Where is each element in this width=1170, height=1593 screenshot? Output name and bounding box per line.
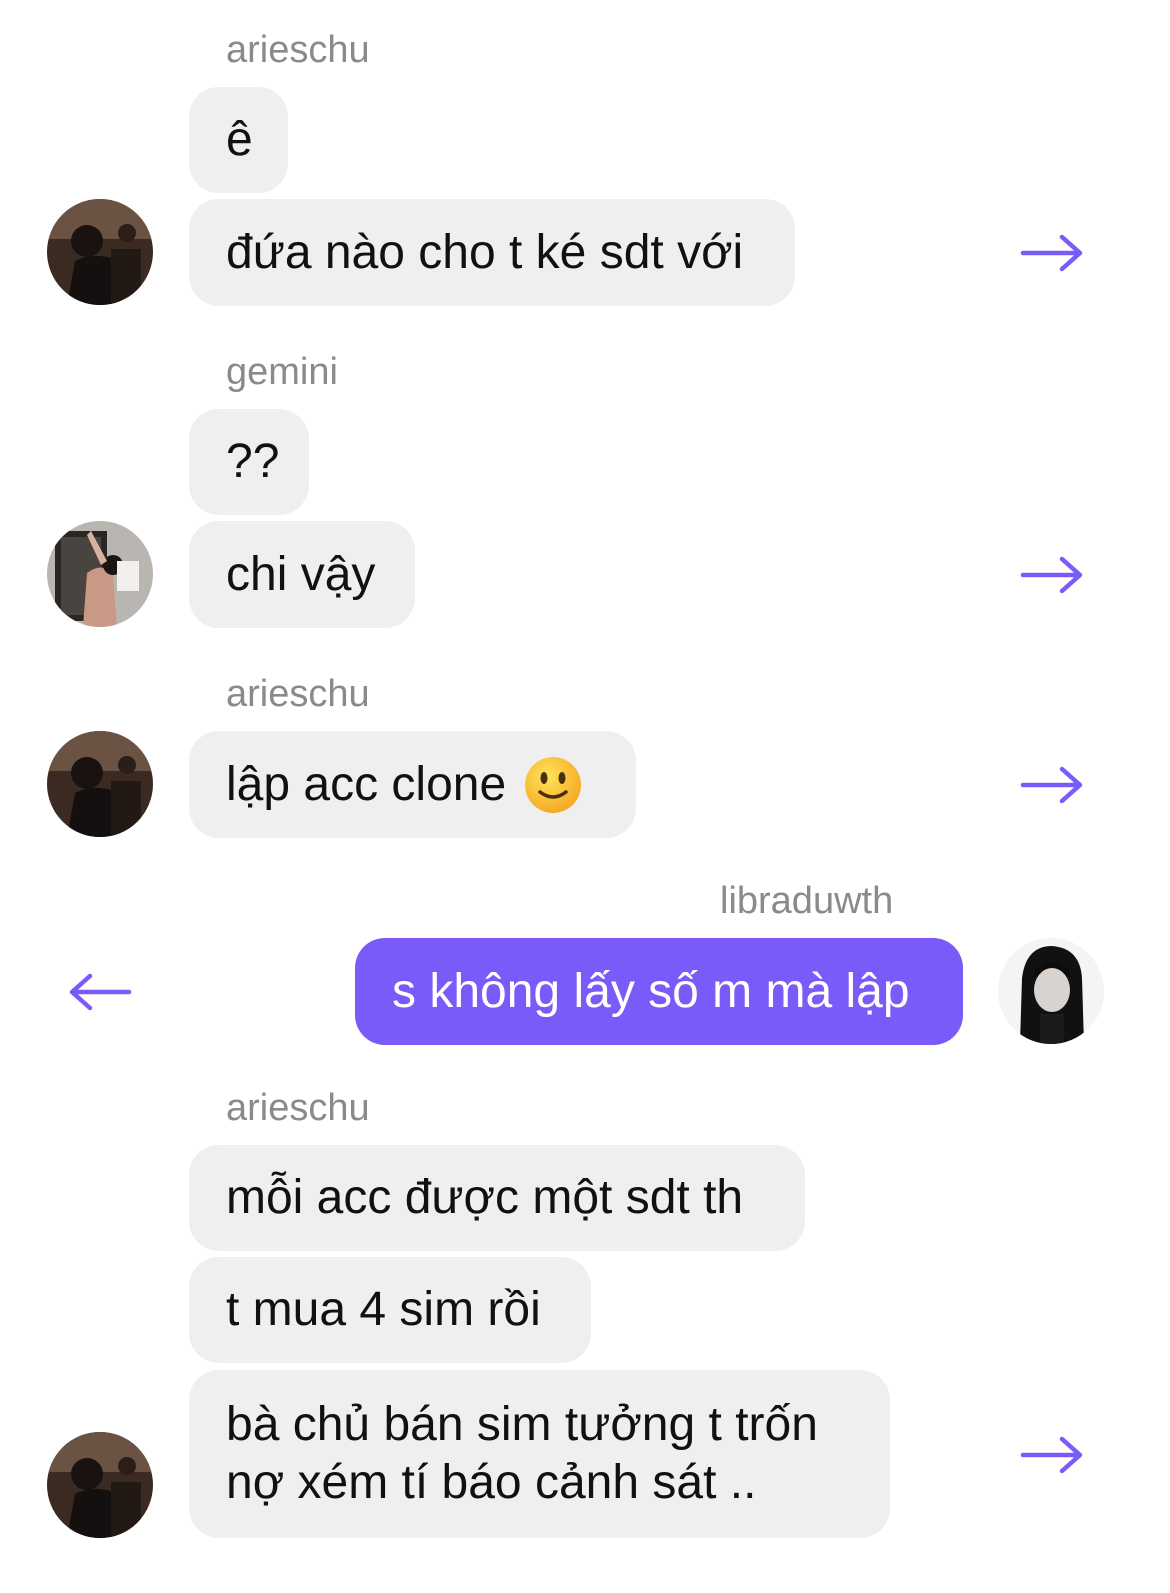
message-bubble[interactable]: mỗi acc được một sdt th: [189, 1145, 805, 1251]
arrow-right-icon[interactable]: [1020, 233, 1084, 273]
message-bubble[interactable]: đứa nào cho t ké sdt với: [189, 199, 795, 306]
sender-name: arieschu: [226, 1087, 370, 1129]
message-bubble[interactable]: ê: [189, 87, 288, 193]
arrow-right-icon[interactable]: [1020, 1435, 1084, 1475]
message-bubble[interactable]: t mua 4 sim rồi: [189, 1257, 591, 1363]
sender-name: arieschu: [226, 673, 370, 715]
avatar[interactable]: [47, 1432, 153, 1538]
message-bubble[interactable]: ??: [189, 409, 309, 515]
slightly-smiling-face-icon: [524, 756, 582, 814]
message-bubble[interactable]: lập acc clone: [189, 731, 636, 838]
avatar[interactable]: [47, 199, 153, 305]
sender-name: arieschu: [226, 29, 370, 71]
avatar[interactable]: [47, 521, 153, 627]
message-bubble[interactable]: chi vậy: [189, 521, 415, 628]
arrow-right-icon[interactable]: [1020, 555, 1084, 595]
sender-name: gemini: [226, 351, 338, 393]
message-bubble[interactable]: bà chủ bán sim tưởng t trốn nợ xém tí bá…: [189, 1370, 890, 1538]
arrow-left-icon[interactable]: [68, 972, 132, 1012]
avatar[interactable]: [998, 938, 1104, 1044]
arrow-right-icon[interactable]: [1020, 765, 1084, 805]
message-text: lập acc clone: [226, 757, 507, 811]
message-bubble-outgoing[interactable]: s không lấy số m mà lập: [355, 938, 963, 1045]
sender-name: libraduwth: [720, 880, 894, 922]
avatar[interactable]: [47, 731, 153, 837]
